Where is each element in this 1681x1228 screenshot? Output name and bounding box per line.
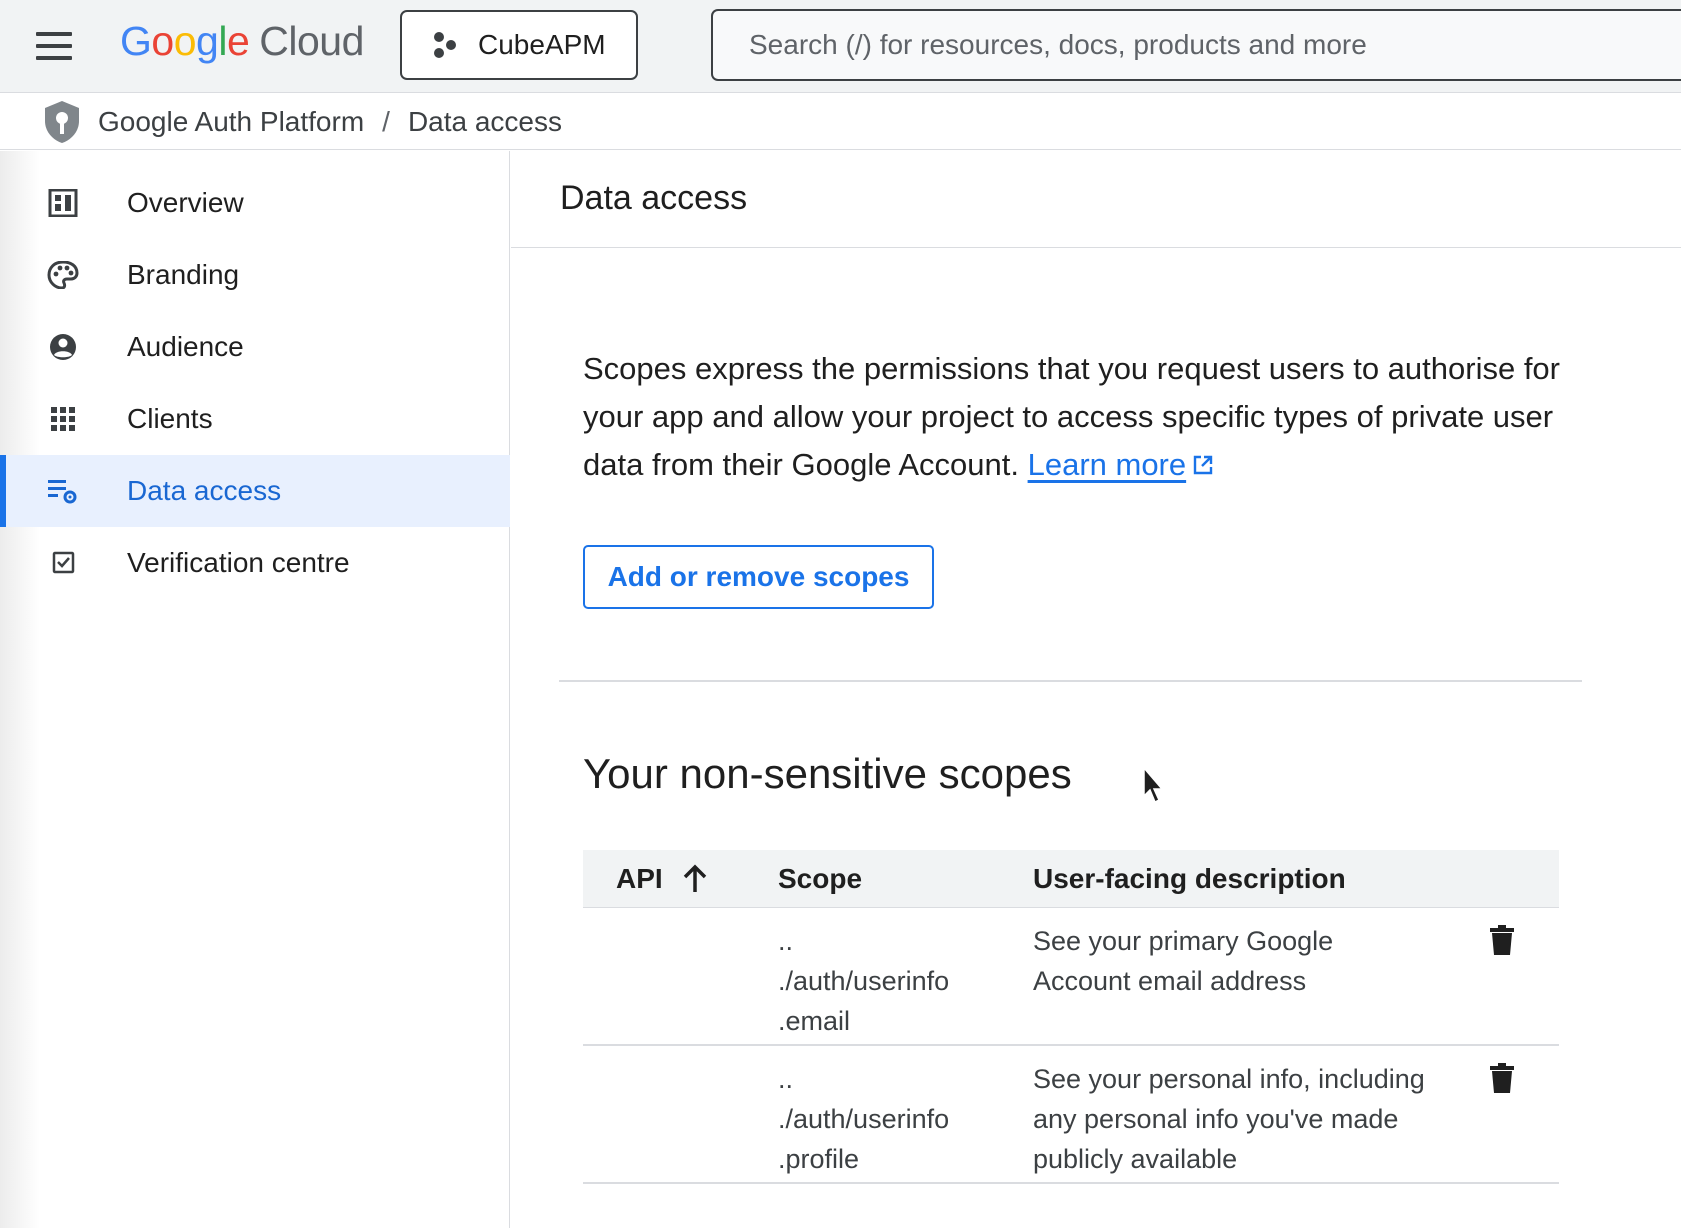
scope-cell: .. ./auth/userinfo .email <box>778 926 950 1036</box>
external-link-icon[interactable] <box>1192 454 1214 476</box>
project-picker-button[interactable]: CubeAPM <box>400 10 638 80</box>
description-cell: See your personal info, including any pe… <box>1033 1064 1425 1174</box>
sidebar-item-branding[interactable]: Branding <box>0 239 510 311</box>
hamburger-menu-icon[interactable] <box>30 26 80 66</box>
project-name: CubeAPM <box>478 29 606 60</box>
palette-icon <box>47 261 79 289</box>
sidebar-item-label: Data access <box>127 475 282 506</box>
logo-google: Google <box>120 18 250 64</box>
sidebar: Overview Branding Audience Clients Data … <box>0 151 510 1228</box>
checkbox-icon <box>52 551 75 574</box>
dashboard-icon <box>48 189 78 217</box>
sidebar-item-label: Branding <box>127 259 240 290</box>
list-settings-icon <box>48 480 77 504</box>
sidebar-item-verification-centre[interactable]: Verification centre <box>0 527 510 599</box>
sidebar-item-label: Clients <box>127 403 213 434</box>
sidebar-item-label: Overview <box>127 187 244 218</box>
breadcrumb-item-data-access: Data access <box>407 105 563 137</box>
apps-grid-icon <box>51 407 75 431</box>
breadcrumb-separator: / <box>382 105 390 137</box>
sidebar-item-data-access[interactable]: Data access <box>0 455 510 527</box>
project-hexagon-icon <box>434 32 456 58</box>
non-sensitive-scopes-title: Your non-sensitive scopes <box>583 750 1072 797</box>
sidebar-item-label: Audience <box>127 331 244 362</box>
search-bar[interactable] <box>711 9 1681 81</box>
sidebar-item-label: Verification centre <box>127 547 350 578</box>
delete-icon[interactable] <box>1488 924 1516 956</box>
sidebar-item-overview[interactable]: Overview <box>0 167 510 239</box>
page-header: Data access <box>511 151 1681 248</box>
logo-cloud: Cloud <box>259 18 364 64</box>
learn-more-link[interactable]: Learn more <box>1028 447 1187 482</box>
search-input[interactable] <box>749 29 1649 61</box>
section-divider <box>559 680 1582 682</box>
table-header: API Scope User-facing description <box>583 850 1559 908</box>
top-app-bar: Google Cloud CubeAPM <box>0 0 1681 93</box>
scopes-table: API Scope User-facing description .. ./a… <box>583 850 1559 1184</box>
description-cell: See your primary Google Account email ad… <box>1033 926 1334 996</box>
table-row: .. ./auth/userinfo .profile See your per… <box>583 1046 1559 1184</box>
sidebar-item-audience[interactable]: Audience <box>0 311 510 383</box>
scopes-description: Scopes express the permissions that you … <box>583 345 1583 489</box>
sidebar-item-clients[interactable]: Clients <box>0 383 510 455</box>
google-cloud-logo[interactable]: Google Cloud <box>120 18 364 65</box>
column-header-description[interactable]: User-facing description <box>1033 850 1346 908</box>
column-header-scope[interactable]: Scope <box>778 850 862 908</box>
scope-cell: .. ./auth/userinfo .profile <box>778 1064 950 1174</box>
sort-ascending-arrow-icon[interactable] <box>681 864 709 894</box>
add-remove-scopes-button[interactable]: Add or remove scopes <box>583 545 934 609</box>
delete-icon[interactable] <box>1488 1062 1516 1094</box>
column-header-api[interactable]: API <box>616 850 709 908</box>
shield-key-icon <box>45 100 79 143</box>
breadcrumb-item-auth-platform[interactable]: Google Auth Platform <box>98 106 364 138</box>
mouse-pointer-icon <box>1143 766 1164 804</box>
account-circle-icon <box>50 334 76 360</box>
breadcrumb: Google Auth Platform / Data access <box>0 94 1681 150</box>
page-title: Data access <box>560 179 748 217</box>
table-row: .. ./auth/userinfo .email See your prima… <box>583 908 1559 1046</box>
